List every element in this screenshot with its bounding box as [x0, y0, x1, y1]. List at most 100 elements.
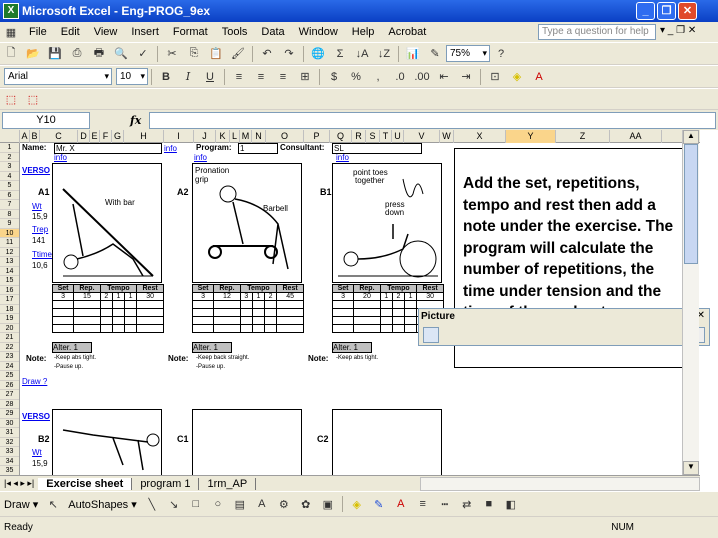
col-header-selected[interactable]: Y [506, 130, 556, 143]
row-header[interactable]: 1 [0, 143, 19, 153]
select-all-corner[interactable] [0, 130, 20, 143]
align-right-icon[interactable]: ≡ [274, 68, 292, 86]
note-a2-line[interactable]: -Pause up. [196, 364, 225, 370]
dash-style-icon[interactable]: ┅ [436, 495, 454, 513]
note-a1-line[interactable]: -Keep abs tight. [54, 355, 96, 361]
col-header[interactable]: A [20, 130, 30, 143]
version-link[interactable]: VERSO [22, 412, 50, 421]
row-header[interactable]: 17 [0, 295, 19, 305]
col-header[interactable]: B [30, 130, 40, 143]
3d-icon[interactable]: ◧ [502, 495, 520, 513]
col-header[interactable]: E [90, 130, 100, 143]
print-icon[interactable]: 🖶 [90, 45, 108, 63]
name-value[interactable]: Mr. X [54, 143, 162, 154]
bold-icon[interactable]: B [157, 68, 175, 86]
row-header[interactable]: 27 [0, 390, 19, 400]
col-header[interactable]: I [164, 130, 194, 143]
insert-picture-icon[interactable] [423, 327, 439, 343]
exercise-a2-table[interactable]: Set Rep. Tempo Rest 3 12 3 1 2 45 [191, 284, 304, 333]
pdf-convert-icon[interactable]: ⬚ [2, 90, 20, 108]
row-header[interactable]: 19 [0, 314, 19, 324]
row-header[interactable]: 34 [0, 457, 19, 466]
oval-icon[interactable]: ○ [209, 495, 227, 513]
menu-help[interactable]: Help [345, 26, 382, 38]
row-header[interactable]: 30 [0, 419, 19, 428]
alter-a1[interactable]: Alter. 1 [52, 342, 92, 353]
info-link[interactable]: info [336, 153, 349, 162]
cell-rep[interactable]: 15 [73, 292, 101, 301]
doc-window-controls[interactable]: ▾ _ ❐ ✕ [660, 25, 696, 36]
horizontal-scrollbar[interactable] [420, 476, 700, 491]
col-header[interactable]: V [404, 130, 440, 143]
row-header[interactable]: 13 [0, 257, 19, 267]
picture-toolbar[interactable]: Picture ✕ [418, 308, 710, 346]
font-name-combo[interactable]: Arial [4, 68, 112, 85]
row-header[interactable]: 25 [0, 371, 19, 381]
row-header[interactable]: 16 [0, 286, 19, 295]
row-header[interactable]: 3 [0, 162, 19, 172]
cell-rest[interactable]: 30 [416, 292, 444, 301]
row-header[interactable]: 31 [0, 428, 19, 438]
col-header[interactable]: X [454, 130, 506, 143]
undo-icon[interactable]: ↶ [258, 45, 276, 63]
close-button[interactable]: ✕ [678, 2, 697, 20]
exercise-a2-image[interactable]: Pronation grip Barbell [192, 163, 302, 283]
textbox-icon[interactable]: ▤ [231, 495, 249, 513]
program-value[interactable]: 1 [238, 143, 278, 154]
select-objects-icon[interactable]: ↖ [44, 495, 62, 513]
col-header[interactable]: AA [610, 130, 662, 143]
col-header[interactable]: F [100, 130, 112, 143]
cell-tempo[interactable]: 1 [251, 292, 266, 301]
fill-color-icon[interactable]: ◈ [348, 495, 366, 513]
arrow-icon[interactable]: ↘ [165, 495, 183, 513]
row-header[interactable]: 12 [0, 248, 19, 257]
drawing-icon[interactable]: ✎ [426, 45, 444, 63]
wordart-icon[interactable]: A [253, 495, 271, 513]
cell-tempo[interactable]: 2 [99, 292, 113, 301]
increase-indent-icon[interactable]: ⇥ [457, 68, 475, 86]
rectangle-icon[interactable]: □ [187, 495, 205, 513]
diagram-icon[interactable]: ⚙ [275, 495, 293, 513]
exercise-b2-image[interactable] [52, 409, 162, 475]
row-header[interactable]: 11 [0, 238, 19, 248]
tab-exercise-sheet[interactable]: Exercise sheet [38, 477, 133, 490]
row-header[interactable]: 32 [0, 438, 19, 447]
chart-wizard-icon[interactable]: 📊 [404, 45, 422, 63]
row-header[interactable]: 23 [0, 352, 19, 362]
alter-a2[interactable]: Alter. 1 [192, 342, 232, 353]
col-header[interactable]: U [392, 130, 404, 143]
row-header[interactable]: 22 [0, 343, 19, 352]
fx-icon[interactable]: fx [130, 114, 141, 127]
col-header[interactable]: R [352, 130, 366, 143]
row-header[interactable]: 7 [0, 200, 19, 210]
col-header[interactable]: O [266, 130, 304, 143]
spelling-icon[interactable]: ✓ [134, 45, 152, 63]
col-header[interactable]: H [124, 130, 164, 143]
scroll-thumb[interactable] [684, 144, 698, 264]
menu-window[interactable]: Window [292, 26, 345, 38]
fill-color-icon[interactable]: ◈ [508, 68, 526, 86]
col-header[interactable]: S [366, 130, 380, 143]
row-header[interactable]: 28 [0, 400, 19, 409]
cell-tempo[interactable]: 1 [124, 292, 138, 301]
font-size-combo[interactable]: 10 [116, 68, 148, 85]
tab-1rm-ap[interactable]: 1rm_AP [199, 477, 257, 490]
tab-scroll-buttons[interactable]: |◂ ◂ ▸ ▸| [0, 478, 38, 489]
copy-icon[interactable]: ⎘ [185, 45, 203, 63]
merge-center-icon[interactable]: ⊞ [296, 68, 314, 86]
row-header[interactable]: 2 [0, 153, 19, 162]
cut-icon[interactable]: ✂ [163, 45, 181, 63]
row-header[interactable]: 15 [0, 276, 19, 286]
help-icon[interactable]: ? [492, 45, 510, 63]
cell-tempo[interactable]: 2 [391, 292, 406, 301]
menu-edit[interactable]: Edit [54, 26, 87, 38]
ttime-link[interactable]: Ttime [32, 250, 52, 259]
row-header-selected[interactable]: 10 [0, 228, 19, 238]
cell-tempo[interactable]: 2 [264, 292, 278, 301]
col-header[interactable]: L [230, 130, 240, 143]
increase-decimal-icon[interactable]: .0 [391, 68, 409, 86]
col-header[interactable]: Z [556, 130, 610, 143]
cell-rep[interactable]: 20 [353, 292, 381, 301]
cell-tempo[interactable]: 1 [111, 292, 126, 301]
menu-insert[interactable]: Insert [124, 26, 166, 38]
